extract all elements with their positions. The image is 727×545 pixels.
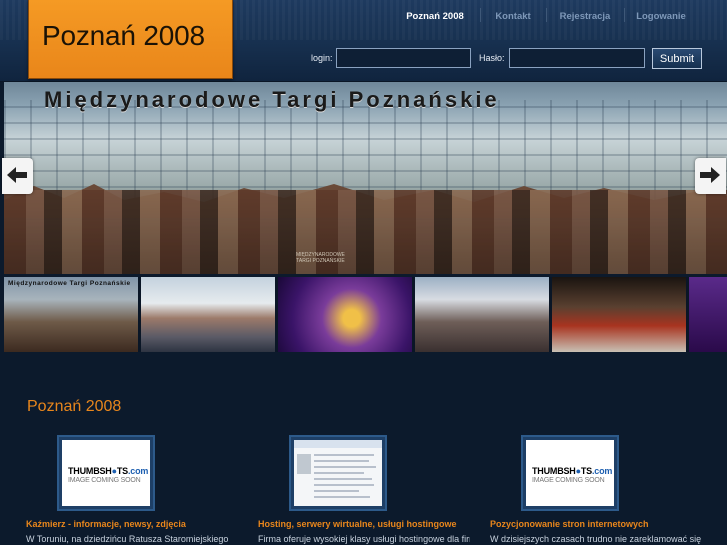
thumbnail-coming-soon: IMAGE COMING SOON: [68, 477, 141, 484]
nav-item-kontakt[interactable]: Kontakt: [480, 0, 546, 34]
arrow-left-icon: [7, 167, 27, 183]
thumbnail-5[interactable]: [552, 277, 686, 352]
slider-next-button[interactable]: [695, 158, 726, 194]
card-title[interactable]: Hosting, serwery wirtualne, usługi hosti…: [258, 519, 457, 529]
thumbnail-3[interactable]: [278, 277, 412, 352]
main-nav: Poznań 2008 Kontakt Rejestracja Logowani…: [390, 0, 698, 34]
card-title[interactable]: Pozycjonowanie stron internetowych: [490, 519, 649, 529]
thumbnail-2[interactable]: [141, 277, 275, 352]
card-thumbnail[interactable]: [289, 435, 387, 511]
thumbnail-sign-text: Międzynarodowe Targi Poznańskie: [8, 280, 131, 287]
main-content: Poznań 2008 THUMBSH●TS.com IMAGE COMING …: [4, 357, 727, 545]
thumbshots-logo: THUMBSH●TS.com: [68, 466, 149, 476]
slider-caption: MIĘDZYNARODOWE TARGI POZNAŃSKIE: [296, 252, 345, 264]
card-text: W dzisiejszych czasach trudno nie zarekl…: [490, 534, 702, 544]
section-title: Poznań 2008: [27, 398, 122, 415]
login-input[interactable]: [336, 48, 471, 68]
nav-item-poznan-2008[interactable]: Poznań 2008: [390, 0, 480, 34]
thumbnail-4[interactable]: [415, 277, 549, 352]
nav-item-logowanie[interactable]: Logowanie: [624, 0, 698, 34]
card-text: W Toruniu, na dziedzińcu Ratusza Staromi…: [26, 534, 229, 544]
thumbnail-placeholder: THUMBSH●TS.com IMAGE COMING SOON: [62, 440, 150, 506]
password-label: Hasło:: [479, 53, 505, 63]
site-header: Poznań 2008 Poznań 2008 Kontakt Rejestra…: [0, 0, 727, 82]
thumbnail-strip: Międzynarodowe Targi Poznańskie: [4, 277, 727, 352]
submit-button[interactable]: Submit: [652, 48, 702, 69]
thumbnail-coming-soon: IMAGE COMING SOON: [532, 477, 605, 484]
thumbnail-placeholder: THUMBSH●TS.com IMAGE COMING SOON: [526, 440, 614, 506]
thumbnail-1[interactable]: Międzynarodowe Targi Poznańskie: [4, 277, 138, 352]
thumbshots-logo: THUMBSH●TS.com: [532, 466, 613, 476]
login-label: login:: [311, 53, 333, 63]
slider-prev-button[interactable]: [2, 158, 33, 194]
password-input[interactable]: [509, 48, 645, 68]
card-thumbnail[interactable]: THUMBSH●TS.com IMAGE COMING SOON: [57, 435, 155, 511]
site-screenshot: [294, 440, 382, 506]
card-title[interactable]: Kaźmierz - informacje, newsy, zdjęcia: [26, 519, 186, 529]
slider-sign-text: Międzynarodowe Targi Poznańskie: [44, 87, 500, 112]
card-thumbnail[interactable]: THUMBSH●TS.com IMAGE COMING SOON: [521, 435, 619, 511]
slider-houses: [4, 190, 727, 274]
photo-slider: Międzynarodowe Targi Poznańskie MIĘDZYNA…: [4, 82, 727, 274]
logo-text: Poznań 2008: [42, 20, 205, 51]
caption-line-2: TARGI POZNAŃSKIE: [296, 258, 345, 264]
arrow-right-icon: [700, 167, 720, 183]
thumbnail-6[interactable]: [689, 277, 727, 352]
site-logo[interactable]: Poznań 2008: [28, 0, 233, 79]
card-text: Firma oferuje wysokiej klasy usługi host…: [258, 534, 470, 544]
nav-item-rejestracja[interactable]: Rejestracja: [546, 0, 624, 34]
